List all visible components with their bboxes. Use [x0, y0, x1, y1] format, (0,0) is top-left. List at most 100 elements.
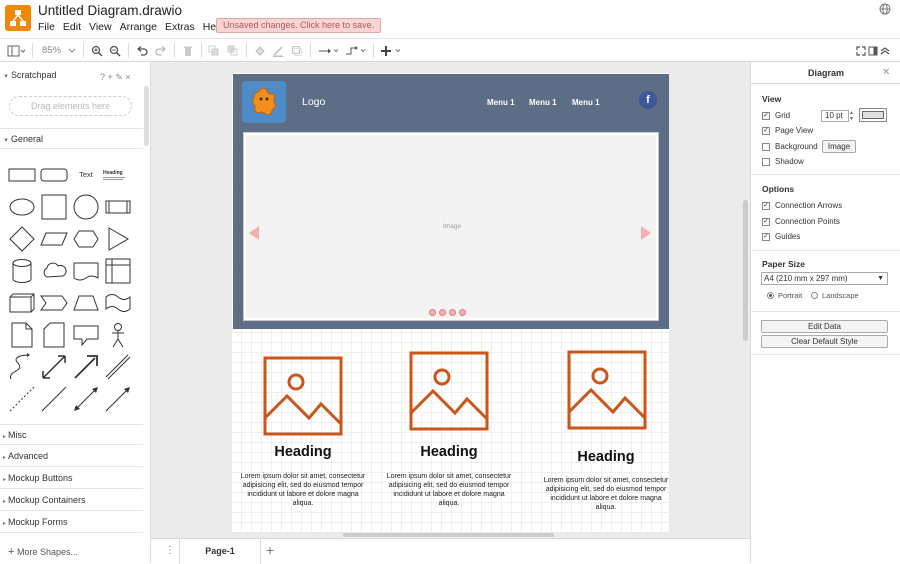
text-shape[interactable]: Text — [71, 160, 101, 190]
mockup-forms-section-header[interactable]: ▸ Mockup Forms — [0, 512, 143, 533]
fill-color-icon[interactable] — [254, 43, 266, 58]
image-placeholder-icon[interactable] — [567, 350, 647, 430]
connection-arrows-checkbox[interactable]: ✓ Connection Arrows — [762, 201, 842, 210]
parallelogram-shape[interactable] — [39, 224, 69, 254]
ellipse-shape[interactable] — [7, 192, 37, 222]
connection-points-checkbox[interactable]: ✓ Connection Points — [762, 217, 840, 226]
canvas-vertical-scrollbar[interactable] — [743, 200, 748, 341]
rounded-rectangle-shape[interactable] — [39, 160, 69, 190]
dashed-line-shape[interactable] — [7, 384, 37, 414]
square-shape[interactable] — [39, 192, 69, 222]
scratchpad-drop-area[interactable]: Drag elements here — [9, 96, 132, 116]
diamond-shape[interactable] — [7, 224, 37, 254]
canvas-horizontal-scrollbar[interactable] — [343, 533, 554, 537]
directional-connector-shape[interactable] — [103, 384, 133, 414]
carousel-dot[interactable] — [459, 309, 466, 316]
tape-shape[interactable] — [103, 288, 133, 318]
view-toggle-icon[interactable] — [6, 43, 26, 58]
zoom-level[interactable]: 85% — [42, 45, 61, 56]
heading-text-shape[interactable]: Heading — [103, 160, 133, 190]
bidirectional-connector-shape[interactable] — [71, 384, 101, 414]
pages-menu-icon[interactable]: ⋮ — [165, 545, 175, 556]
to-back-icon[interactable] — [227, 43, 239, 58]
diagram-page[interactable]: Logo Menu 1 Menu 1 Menu 1 f Image Headin… — [231, 72, 669, 532]
globe-icon[interactable] — [879, 3, 891, 15]
zoom-dropdown-icon[interactable] — [67, 43, 77, 58]
mockup-header[interactable]: Logo Menu 1 Menu 1 Menu 1 f Image — [233, 74, 669, 329]
page-tab[interactable]: Page-1 — [179, 539, 261, 564]
diagram-canvas[interactable]: Logo Menu 1 Menu 1 Menu 1 f Image Headin… — [151, 62, 750, 538]
image-placeholder-icon[interactable] — [263, 356, 343, 436]
line-color-icon[interactable] — [272, 43, 284, 58]
menu-extras[interactable]: Extras — [165, 21, 200, 33]
zoom-out-icon[interactable] — [109, 43, 121, 58]
mockup-containers-section-header[interactable]: ▸ Mockup Containers — [0, 490, 143, 511]
circle-shape[interactable] — [71, 192, 101, 222]
to-front-icon[interactable] — [208, 43, 220, 58]
note-shape[interactable] — [7, 320, 37, 350]
insert-icon[interactable] — [381, 43, 403, 58]
landscape-radio[interactable]: Landscape — [811, 291, 859, 300]
collapse-icon[interactable] — [880, 43, 890, 58]
internal-storage-shape[interactable] — [103, 256, 133, 286]
carousel-dot[interactable] — [429, 309, 436, 316]
mockup-buttons-section-header[interactable]: ▸ Mockup Buttons — [0, 468, 143, 489]
actor-shape[interactable] — [103, 320, 133, 350]
redo-icon[interactable] — [155, 43, 167, 58]
carousel-prev-arrow-icon[interactable] — [249, 226, 259, 240]
format-panel-icon[interactable] — [868, 43, 878, 58]
portrait-radio[interactable]: Portrait — [767, 291, 802, 300]
misc-section-header[interactable]: ▸ Misc — [0, 424, 143, 445]
line-shape[interactable] — [39, 384, 69, 414]
shadow-checkbox[interactable]: Shadow — [762, 157, 804, 166]
carousel-next-arrow-icon[interactable] — [641, 226, 651, 240]
paper-size-select[interactable]: A4 (210 mm x 297 mm) ▼ — [761, 272, 888, 285]
curve-shape[interactable] — [7, 352, 37, 382]
card-shape[interactable] — [39, 320, 69, 350]
connection-icon[interactable] — [318, 43, 340, 58]
clear-default-style-button[interactable]: Clear Default Style — [761, 335, 888, 348]
grid-checkbox[interactable]: ✓ Grid — [762, 111, 790, 120]
general-section-header[interactable]: ▼ General — [0, 128, 143, 149]
header-menu-item[interactable]: Menu 1 — [572, 98, 600, 107]
advanced-section-header[interactable]: ▸ Advanced — [0, 446, 143, 467]
process-shape[interactable] — [103, 192, 133, 222]
more-shapes-button[interactable]: + More Shapes... — [8, 546, 78, 558]
page-view-checkbox[interactable]: ✓ Page View — [762, 126, 813, 135]
add-page-icon[interactable]: + — [266, 542, 274, 558]
facebook-icon[interactable]: f — [639, 91, 657, 109]
hexagon-shape[interactable] — [71, 224, 101, 254]
image-placeholder-icon[interactable] — [409, 351, 489, 431]
image-carousel[interactable]: Image — [243, 132, 659, 321]
format-panel-title[interactable]: Diagram — [751, 62, 900, 84]
menu-file[interactable]: File — [38, 21, 60, 33]
triangle-shape[interactable] — [103, 224, 133, 254]
guides-checkbox[interactable]: ✓ Guides — [762, 232, 800, 241]
document-title[interactable]: Untitled Diagram.drawio — [38, 3, 182, 18]
step-shape[interactable] — [39, 288, 69, 318]
arrow-shape[interactable] — [71, 352, 101, 382]
bidirectional-arrow-shape[interactable] — [39, 352, 69, 382]
fullscreen-icon[interactable] — [855, 43, 867, 58]
document-shape[interactable] — [71, 256, 101, 286]
delete-icon[interactable] — [182, 43, 194, 58]
trapezoid-shape[interactable] — [71, 288, 101, 318]
sidebar-scrollbar[interactable] — [144, 86, 149, 146]
background-image-button[interactable]: Image — [822, 140, 856, 153]
waypoints-icon[interactable] — [345, 43, 367, 58]
cloud-shape[interactable] — [39, 256, 69, 286]
background-checkbox[interactable]: Background — [762, 142, 818, 151]
undo-icon[interactable] — [136, 43, 148, 58]
shadow-icon[interactable] — [291, 43, 303, 58]
scratchpad-tools[interactable]: ? + ✎ × — [100, 72, 131, 83]
unsaved-changes-notice[interactable]: Unsaved changes. Click here to save. — [216, 18, 382, 33]
menu-edit[interactable]: Edit — [63, 21, 86, 33]
link-shape[interactable] — [103, 352, 133, 382]
close-icon[interactable]: ✕ — [882, 67, 890, 78]
carousel-dot[interactable] — [439, 309, 446, 316]
menu-view[interactable]: View — [89, 21, 117, 33]
rectangle-shape[interactable] — [7, 160, 37, 190]
zoom-in-icon[interactable] — [91, 43, 103, 58]
cube-shape[interactable] — [7, 288, 37, 318]
cylinder-shape[interactable] — [7, 256, 37, 286]
